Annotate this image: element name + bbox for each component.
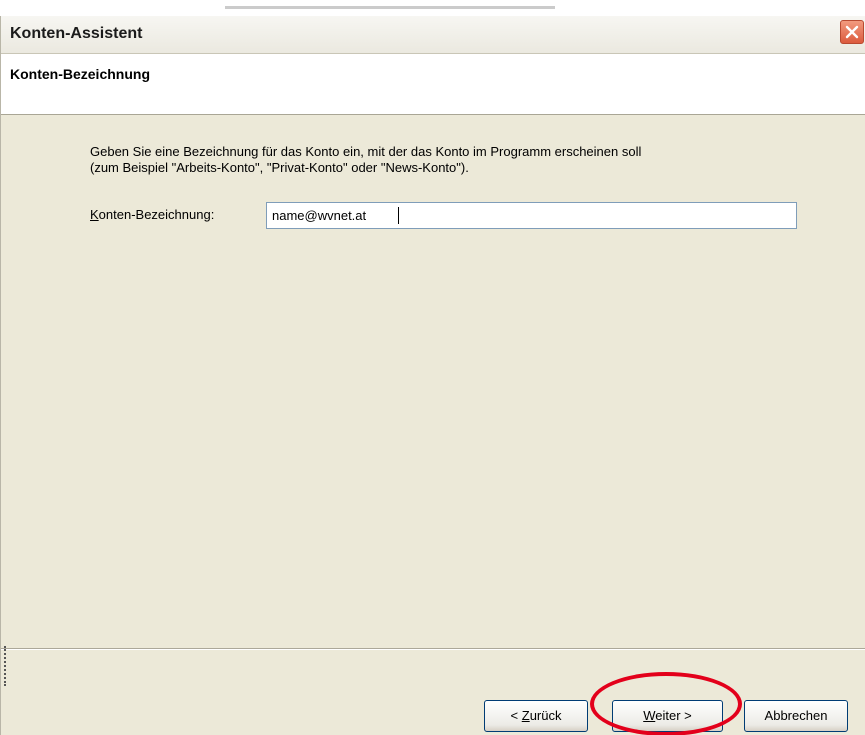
account-name-input[interactable]: [266, 202, 797, 229]
background-window-strip: [0, 0, 865, 16]
window-edge-marks: [4, 646, 10, 686]
window-title: Konten-Assistent: [10, 25, 143, 42]
text-cursor: [398, 207, 399, 224]
cancel-button[interactable]: Abbrechen: [744, 700, 848, 732]
account-wizard-dialog: Konten-Assistent Konten-Bezeichnung Gebe…: [0, 16, 865, 735]
next-button-mnemonic: W: [643, 708, 656, 723]
background-window-fragment: [225, 0, 555, 9]
wizard-content: Geben Sie eine Bezeichnung für das Konto…: [1, 116, 865, 648]
back-button[interactable]: < Zurück: [484, 700, 588, 732]
back-button-prefix: <: [510, 708, 522, 723]
page-title: Konten-Bezeichnung: [10, 66, 150, 82]
account-name-label-mnemonic: K: [90, 207, 99, 222]
close-icon: [845, 25, 859, 39]
instruction-text: Geben Sie eine Bezeichnung für das Konto…: [90, 144, 830, 176]
back-button-label: urück: [529, 708, 562, 723]
title-bar[interactable]: Konten-Assistent: [1, 16, 865, 54]
next-button-label: eiter >: [655, 708, 692, 723]
close-button[interactable]: [840, 20, 864, 44]
next-button[interactable]: Weiter >: [612, 700, 723, 732]
account-name-label: Konten-Bezeichnung:: [90, 207, 214, 222]
back-button-mnemonic: Z: [521, 708, 530, 723]
account-name-label-text: onten-Bezeichnung:: [98, 207, 215, 222]
instruction-line-2: (zum Beispiel "Arbeits-Konto", "Privat-K…: [90, 160, 469, 175]
wizard-header: Konten-Bezeichnung: [1, 54, 865, 115]
instruction-line-1: Geben Sie eine Bezeichnung für das Konto…: [90, 144, 642, 159]
button-bar: < Zurück Weiter > Abbrechen: [1, 650, 865, 735]
